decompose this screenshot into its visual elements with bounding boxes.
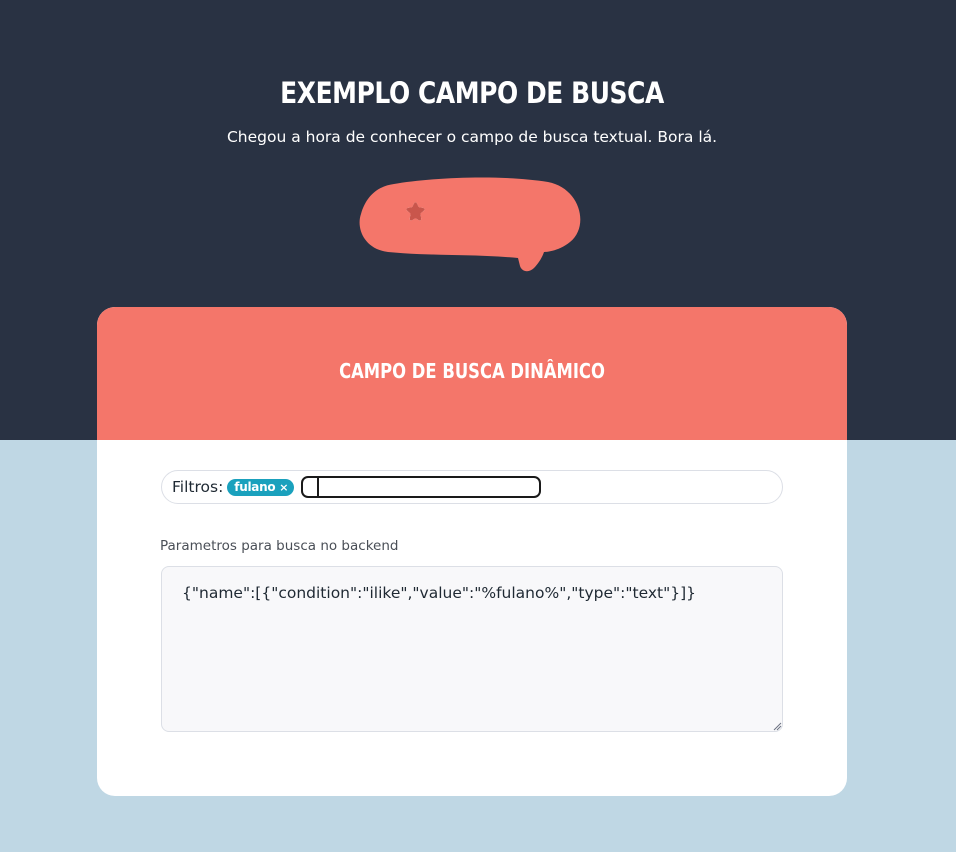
search-card: CAMPO DE BUSCA DINÂMICO Filtros: fulano … bbox=[97, 307, 847, 796]
filter-chip[interactable]: fulano × bbox=[227, 478, 295, 496]
page-title: EXEMPLO CAMPO DE BUSCA bbox=[280, 76, 664, 110]
params-label: Parametros para busca no backend bbox=[160, 538, 399, 554]
filter-label: Filtros: bbox=[172, 478, 224, 496]
speech-bubble-shape bbox=[359, 177, 581, 272]
chip-remove-icon[interactable]: × bbox=[279, 481, 288, 494]
resize-grip-icon[interactable] bbox=[772, 721, 782, 731]
page-subtitle: Chegou a hora de conhecer o campo de bus… bbox=[226, 128, 718, 146]
filter-chip-label: fulano bbox=[234, 480, 276, 494]
search-input[interactable] bbox=[301, 476, 542, 498]
filter-bar[interactable]: Filtros: fulano × bbox=[161, 470, 783, 504]
card-header: CAMPO DE BUSCA DINÂMICO bbox=[97, 307, 847, 440]
star-icon[interactable] bbox=[404, 200, 427, 223]
params-textarea[interactable]: {"name":[{"condition":"ilike","value":"%… bbox=[161, 566, 783, 732]
text-cursor bbox=[317, 477, 319, 497]
card-title: CAMPO DE BUSCA DINÂMICO bbox=[339, 359, 605, 383]
rating-bubble bbox=[358, 176, 586, 276]
